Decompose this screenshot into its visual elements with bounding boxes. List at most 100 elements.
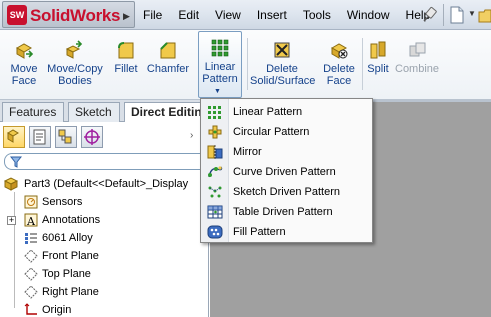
delete-face-label-1: Delete bbox=[323, 63, 355, 75]
tab-sketch[interactable]: Sketch bbox=[68, 102, 120, 122]
delete-face-icon bbox=[330, 43, 348, 59]
plane-icon bbox=[24, 267, 38, 281]
menu-item-linear-pattern[interactable]: Linear Pattern bbox=[201, 102, 372, 122]
menu-item-table-driven-pattern[interactable]: Table Driven Pattern bbox=[201, 202, 372, 222]
dimxpert-manager-tab[interactable] bbox=[81, 126, 103, 148]
crosshair-icon bbox=[84, 129, 100, 145]
tree-label: Front Plane bbox=[42, 250, 99, 262]
linear-pattern-label-2: Pattern bbox=[202, 73, 238, 85]
new-document-icon[interactable] bbox=[449, 6, 465, 24]
dropdown-arrow-icon[interactable]: ▼ bbox=[214, 88, 221, 95]
menu-view[interactable]: View bbox=[207, 0, 249, 30]
menu-item-sketch-driven-pattern[interactable]: Sketch Driven Pattern bbox=[201, 182, 372, 202]
chamfer-label: Chamfer bbox=[146, 63, 190, 75]
app-logo-text: SolidWorks bbox=[30, 6, 121, 25]
feature-manager-panel: › Part3 (Default<<Default>_Display Senso… bbox=[0, 122, 209, 317]
app-logo-button[interactable]: SW SolidWorks ▶ bbox=[2, 1, 135, 28]
filter-icon bbox=[10, 156, 22, 168]
menu-item-label: Table Driven Pattern bbox=[233, 206, 333, 218]
tree-label: Right Plane bbox=[42, 286, 99, 298]
menu-item-curve-driven-pattern[interactable]: Curve Driven Pattern bbox=[201, 162, 372, 182]
chevron-right-icon[interactable]: › bbox=[190, 130, 193, 141]
move-copy-bodies-label-2: Bodies bbox=[58, 75, 92, 87]
title-bar: SW SolidWorks ▶ File Edit View Insert To… bbox=[0, 0, 491, 30]
fillet-button[interactable]: Fillet bbox=[110, 34, 142, 98]
configuration-manager-tab[interactable] bbox=[55, 126, 77, 148]
tree-label: 6061 Alloy bbox=[42, 232, 93, 244]
tab-features[interactable]: Features bbox=[2, 102, 64, 122]
combine-button[interactable]: Combine bbox=[395, 34, 439, 98]
delete-solid-surface-button[interactable]: Delete Solid/Surface bbox=[250, 34, 316, 98]
move-face-icon bbox=[15, 43, 34, 59]
menu-item-label: Circular Pattern bbox=[233, 126, 310, 138]
fillet-label: Fillet bbox=[114, 63, 138, 75]
expand-button[interactable]: + bbox=[7, 216, 16, 225]
tree-root-label: Part3 (Default<<Default>_Display bbox=[24, 178, 189, 190]
open-folder-icon[interactable] bbox=[478, 6, 491, 24]
tab-direct-editing[interactable]: Direct Editin bbox=[124, 102, 209, 123]
move-face-label-2: Face bbox=[11, 75, 37, 87]
property-manager-tab[interactable] bbox=[29, 126, 51, 148]
menu-edit[interactable]: Edit bbox=[170, 0, 207, 30]
menu-insert[interactable]: Insert bbox=[249, 0, 295, 30]
menu-item-mirror[interactable]: Mirror bbox=[201, 142, 372, 162]
move-face-button[interactable]: Move Face bbox=[4, 34, 44, 98]
delete-face-label-2: Face bbox=[326, 75, 352, 87]
move-copy-bodies-button[interactable]: Move/Copy Bodies bbox=[46, 34, 104, 98]
menu-file[interactable]: File bbox=[135, 0, 170, 30]
menu-tools[interactable]: Tools bbox=[295, 0, 339, 30]
feature-tree-icon bbox=[7, 129, 19, 143]
fillet-icon bbox=[118, 42, 134, 59]
delete-solid-icon bbox=[274, 42, 290, 58]
separator bbox=[443, 4, 444, 26]
sketch-driven-pattern-icon bbox=[208, 186, 222, 198]
tree-label: Sensors bbox=[42, 196, 83, 208]
chevron-right-icon: ▶ bbox=[123, 11, 130, 21]
ribbon-separator bbox=[362, 38, 363, 90]
move-copy-bodies-label-1: Move/Copy bbox=[47, 63, 103, 75]
mirror-icon bbox=[207, 145, 223, 159]
ribbon-separator bbox=[247, 38, 248, 90]
chamfer-icon bbox=[160, 42, 176, 59]
tree-connector bbox=[14, 192, 15, 308]
menu-item-label: Mirror bbox=[233, 146, 262, 158]
combine-icon bbox=[409, 42, 426, 57]
feature-manager-tab[interactable] bbox=[3, 126, 25, 148]
menu-item-label: Fill Pattern bbox=[233, 226, 286, 238]
move-copy-bodies-icon bbox=[65, 40, 83, 59]
menu-item-label: Curve Driven Pattern bbox=[233, 166, 336, 178]
table-driven-pattern-icon bbox=[207, 205, 223, 219]
pattern-dropdown-menu: Linear Pattern Circular Pattern Mirror C… bbox=[200, 98, 373, 243]
plane-icon bbox=[24, 285, 38, 299]
delete-solid-surface-label-2: Solid/Surface bbox=[250, 75, 316, 87]
linear-pattern-icon bbox=[211, 39, 229, 57]
pushpin-icon[interactable] bbox=[421, 6, 437, 24]
material-icon bbox=[25, 233, 37, 244]
part-icon bbox=[4, 177, 18, 191]
chevron-down-icon[interactable]: ▼ bbox=[468, 9, 476, 18]
origin-icon bbox=[24, 303, 37, 315]
menu-window[interactable]: Window bbox=[339, 0, 398, 30]
command-manager-ribbon: Move Face Move/Copy Bodies Fillet Chamfe… bbox=[0, 30, 491, 100]
linear-pattern-label-1: Linear bbox=[204, 61, 236, 73]
curve-driven-pattern-icon bbox=[208, 166, 223, 178]
filter-field[interactable] bbox=[4, 153, 209, 170]
move-face-label-1: Move bbox=[10, 63, 38, 75]
tree-label: Annotations bbox=[42, 214, 101, 226]
menu-item-label: Linear Pattern bbox=[233, 106, 303, 118]
solidworks-logo-icon: SW bbox=[7, 5, 27, 25]
split-button[interactable]: Split bbox=[365, 34, 391, 98]
configuration-icon bbox=[58, 129, 72, 144]
combine-label: Combine bbox=[395, 63, 440, 75]
split-icon bbox=[370, 41, 386, 59]
tree-label: Origin bbox=[42, 304, 72, 316]
split-label: Split bbox=[367, 63, 389, 75]
delete-solid-surface-label-1: Delete bbox=[266, 63, 298, 75]
delete-face-button[interactable]: Delete Face bbox=[320, 34, 358, 98]
command-tabs: Features Sketch Direct Editin bbox=[0, 100, 209, 123]
svg-text:A: A bbox=[26, 215, 36, 227]
linear-pattern-icon bbox=[208, 106, 221, 119]
menu-item-circular-pattern[interactable]: Circular Pattern bbox=[201, 122, 372, 142]
menu-item-fill-pattern[interactable]: Fill Pattern bbox=[201, 222, 372, 242]
chamfer-button[interactable]: Chamfer bbox=[146, 34, 190, 98]
